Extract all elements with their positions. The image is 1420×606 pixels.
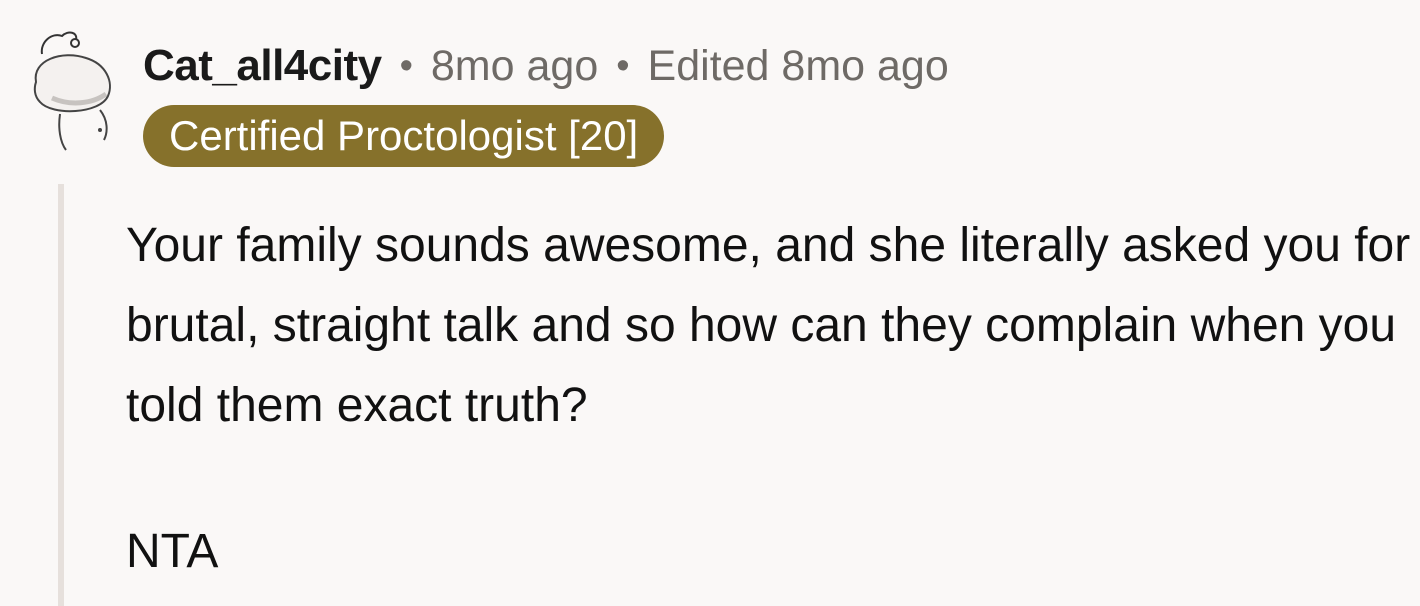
snoo-avatar-icon	[33, 31, 111, 151]
username-link[interactable]: Cat_all4city	[143, 41, 382, 91]
comment-paragraph: NTA	[126, 525, 219, 578]
posted-time[interactable]: 8mo ago	[431, 42, 598, 91]
user-flair: Certified Proctologist [20]	[143, 105, 665, 167]
separator-dot: •	[616, 44, 630, 87]
edited-time: Edited 8mo ago	[647, 41, 949, 90]
comment-meta: Cat_all4city • 8mo ago • Edited 8mo ago	[143, 36, 949, 96]
thread-line[interactable]	[58, 184, 64, 606]
separator-dot: •	[399, 44, 413, 87]
comment-body: Your family sounds awesome, and she lite…	[126, 206, 1411, 592]
avatar[interactable]	[22, 24, 118, 160]
comment: Cat_all4city • 8mo ago • Edited 8mo ago …	[0, 0, 1420, 606]
comment-paragraph: Your family sounds awesome, and she lite…	[126, 219, 1411, 432]
